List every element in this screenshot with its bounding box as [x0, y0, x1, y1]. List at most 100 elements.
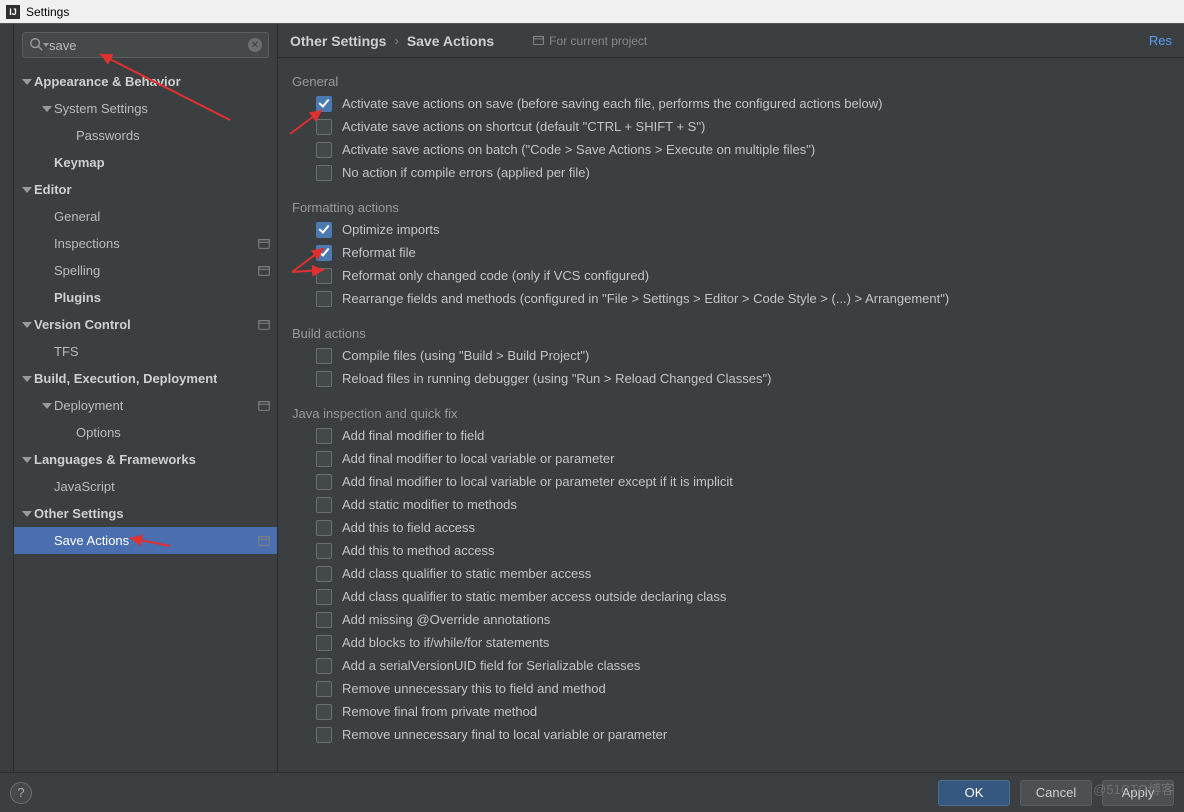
checkbox[interactable] [316, 497, 332, 513]
tree-item[interactable]: JavaScript [14, 473, 277, 500]
search-box[interactable]: ✕ [22, 32, 269, 58]
checkbox-label: Remove final from private method [342, 703, 537, 721]
expand-arrow-icon[interactable] [42, 403, 52, 409]
checkbox-row[interactable]: Add this to field access [316, 519, 1180, 537]
checkbox-label: Activate save actions on batch ("Code > … [342, 141, 815, 159]
checkbox-row[interactable]: Add class qualifier to static member acc… [316, 588, 1180, 606]
checkbox[interactable] [316, 245, 332, 261]
checkbox[interactable] [316, 681, 332, 697]
tree-item[interactable]: Keymap [14, 149, 277, 176]
settings-tree[interactable]: Appearance & BehaviorSystem SettingsPass… [14, 64, 277, 772]
tree-item[interactable]: TFS [14, 338, 277, 365]
checkbox-row[interactable]: Rearrange fields and methods (configured… [316, 290, 1180, 308]
tree-item[interactable]: Plugins [14, 284, 277, 311]
expand-arrow-icon[interactable] [42, 106, 52, 112]
content-scroll[interactable]: GeneralActivate save actions on save (be… [278, 58, 1184, 772]
checkbox[interactable] [316, 474, 332, 490]
checkbox-label: Remove unnecessary this to field and met… [342, 680, 606, 698]
checkbox-row[interactable]: Add static modifier to methods [316, 496, 1180, 514]
checkbox-row[interactable]: Add this to method access [316, 542, 1180, 560]
checkbox-row[interactable]: Reformat only changed code (only if VCS … [316, 267, 1180, 285]
checkbox-row[interactable]: Add missing @Override annotations [316, 611, 1180, 629]
checkbox[interactable] [316, 612, 332, 628]
checkbox-row[interactable]: Compile files (using "Build > Build Proj… [316, 347, 1180, 365]
section-title: Java inspection and quick fix [292, 406, 1180, 421]
checkbox[interactable] [316, 142, 332, 158]
checkbox[interactable] [316, 371, 332, 387]
help-button[interactable]: ? [10, 782, 32, 804]
checkbox[interactable] [316, 268, 332, 284]
checkbox-label: Reload files in running debugger (using … [342, 370, 771, 388]
checkbox-row[interactable]: Reload files in running debugger (using … [316, 370, 1180, 388]
checkbox-row[interactable]: Reformat file [316, 244, 1180, 262]
ok-button[interactable]: OK [938, 780, 1010, 806]
checkbox-label: Add class qualifier to static member acc… [342, 565, 591, 583]
checkbox[interactable] [316, 566, 332, 582]
reset-link[interactable]: Res [1149, 33, 1172, 48]
search-history-dropdown-icon[interactable] [43, 43, 49, 47]
tree-item[interactable]: Editor [14, 176, 277, 203]
apply-button[interactable]: Apply [1102, 780, 1174, 806]
tree-item-label: Build, Execution, Deployment [34, 371, 217, 386]
expand-arrow-icon[interactable] [22, 187, 32, 193]
checkbox-label: Add class qualifier to static member acc… [342, 588, 726, 606]
tree-item[interactable]: Options [14, 419, 277, 446]
checkbox[interactable] [316, 589, 332, 605]
checkbox-row[interactable]: Activate save actions on batch ("Code > … [316, 141, 1180, 159]
clear-search-icon[interactable]: ✕ [248, 38, 262, 52]
checkbox[interactable] [316, 727, 332, 743]
checkbox-row[interactable]: Activate save actions on save (before sa… [316, 95, 1180, 113]
checkbox-row[interactable]: Add a serialVersionUID field for Seriali… [316, 657, 1180, 675]
checkbox-row[interactable]: Add final modifier to local variable or … [316, 450, 1180, 468]
tree-item-label: Plugins [54, 290, 101, 305]
checkbox[interactable] [316, 291, 332, 307]
expand-arrow-icon[interactable] [22, 457, 32, 463]
cancel-button[interactable]: Cancel [1020, 780, 1092, 806]
checkbox-label: No action if compile errors (applied per… [342, 164, 590, 182]
checkbox[interactable] [316, 119, 332, 135]
tree-item-label: Other Settings [34, 506, 124, 521]
tree-item[interactable]: Save Actions [14, 527, 277, 554]
expand-arrow-icon[interactable] [22, 322, 32, 328]
checkbox-row[interactable]: Remove unnecessary final to local variab… [316, 726, 1180, 744]
checkbox-row[interactable]: Remove final from private method [316, 703, 1180, 721]
checkbox-label: Add blocks to if/while/for statements [342, 634, 549, 652]
tree-item[interactable]: General [14, 203, 277, 230]
checkbox[interactable] [316, 451, 332, 467]
checkbox-row[interactable]: Activate save actions on shortcut (defau… [316, 118, 1180, 136]
checkbox-row[interactable]: Remove unnecessary this to field and met… [316, 680, 1180, 698]
tree-item[interactable]: System Settings [14, 95, 277, 122]
checkbox[interactable] [316, 658, 332, 674]
checkbox[interactable] [316, 543, 332, 559]
tree-item[interactable]: Spelling [14, 257, 277, 284]
checkbox[interactable] [316, 520, 332, 536]
checkbox-row[interactable]: Add final modifier to local variable or … [316, 473, 1180, 491]
checkbox-row[interactable]: Add final modifier to field [316, 427, 1180, 445]
checkbox[interactable] [316, 222, 332, 238]
breadcrumb-root[interactable]: Other Settings [290, 33, 386, 49]
checkbox[interactable] [316, 165, 332, 181]
checkbox-row[interactable]: Add class qualifier to static member acc… [316, 565, 1180, 583]
tree-item[interactable]: Other Settings [14, 500, 277, 527]
checkbox[interactable] [316, 428, 332, 444]
checkbox-row[interactable]: Add blocks to if/while/for statements [316, 634, 1180, 652]
tree-item-label: Version Control [34, 317, 131, 332]
expand-arrow-icon[interactable] [22, 376, 32, 382]
expand-arrow-icon[interactable] [22, 79, 32, 85]
tree-item[interactable]: Build, Execution, Deployment [14, 365, 277, 392]
expand-arrow-icon[interactable] [22, 511, 32, 517]
tree-item[interactable]: Appearance & Behavior [14, 68, 277, 95]
tree-item[interactable]: Inspections [14, 230, 277, 257]
tree-item[interactable]: Passwords [14, 122, 277, 149]
checkbox[interactable] [316, 348, 332, 364]
checkbox[interactable] [316, 635, 332, 651]
checkbox-row[interactable]: No action if compile errors (applied per… [316, 164, 1180, 182]
tree-item[interactable]: Deployment [14, 392, 277, 419]
tree-item[interactable]: Version Control [14, 311, 277, 338]
search-input[interactable] [49, 38, 244, 53]
checkbox-row[interactable]: Optimize imports [316, 221, 1180, 239]
project-scope-icon [257, 237, 271, 251]
checkbox[interactable] [316, 96, 332, 112]
tree-item[interactable]: Languages & Frameworks [14, 446, 277, 473]
checkbox[interactable] [316, 704, 332, 720]
